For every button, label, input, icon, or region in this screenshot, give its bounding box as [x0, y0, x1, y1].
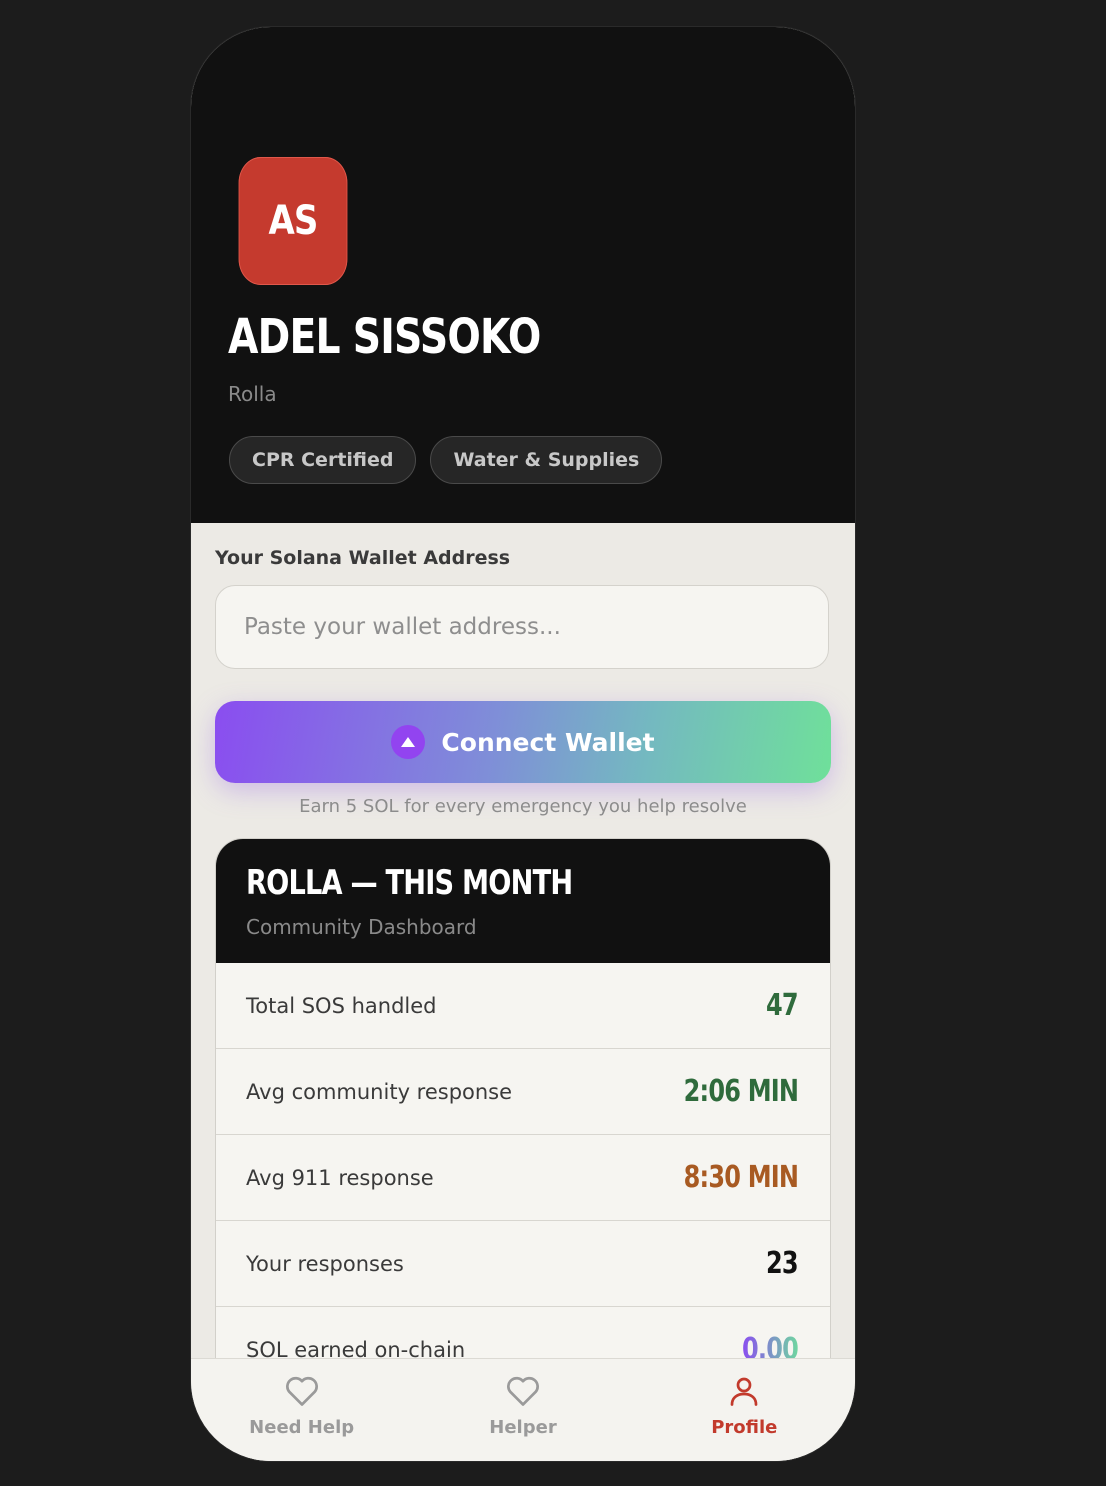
tag-cpr-certified[interactable]: CPR Certified: [229, 436, 417, 484]
avatar-initials: AS: [268, 198, 318, 244]
stat-value: 23: [766, 1246, 799, 1281]
profile-city: Rolla: [228, 382, 277, 406]
dashboard-header: ROLLA — THIS MONTH Community Dashboard: [216, 839, 830, 963]
stat-row-your-responses: Your responses 23: [216, 1221, 830, 1307]
avatar: AS: [238, 157, 348, 285]
skill-tags: CPR Certified Water & Supplies: [229, 436, 663, 484]
connect-wallet-label: Connect Wallet: [441, 727, 655, 757]
stat-label: Avg 911 response: [246, 1165, 434, 1190]
person-icon: [726, 1373, 762, 1413]
nav-helper[interactable]: Helper: [412, 1359, 633, 1461]
heart-icon: [283, 1373, 321, 1413]
stat-value: 2:06 MIN: [683, 1074, 798, 1109]
stat-label: Total SOS handled: [246, 993, 437, 1018]
nav-profile[interactable]: Profile: [634, 1359, 855, 1461]
stat-label: Your responses: [246, 1251, 404, 1276]
tag-water-supplies[interactable]: Water & Supplies: [430, 436, 663, 484]
phone-frame: AS ADEL SISSOKO Rolla CPR Certified Wate…: [191, 27, 855, 1461]
heart-icon: [504, 1373, 542, 1413]
nav-label: Profile: [711, 1417, 778, 1438]
dashboard-title: ROLLA — THIS MONTH: [246, 863, 573, 903]
nav-label: Need Help: [249, 1417, 355, 1438]
solana-icon: [391, 725, 426, 759]
dashboard-subtitle: Community Dashboard: [246, 915, 477, 939]
bottom-nav: Need Help Helper Profile: [191, 1358, 855, 1461]
profile-name: ADEL SISSOKO: [228, 309, 541, 365]
nav-need-help[interactable]: Need Help: [191, 1359, 412, 1461]
stat-value: 8:30 MIN: [683, 1160, 798, 1195]
stat-row-avg-911-response: Avg 911 response 8:30 MIN: [216, 1135, 830, 1221]
stat-label: Avg community response: [246, 1079, 513, 1104]
stat-row-avg-community-response: Avg community response 2:06 MIN: [216, 1049, 830, 1135]
earn-note: Earn 5 SOL for every emergency you help …: [299, 796, 747, 817]
stat-row-total-sos: Total SOS handled 47: [216, 963, 830, 1049]
stat-value: 47: [766, 988, 799, 1023]
profile-header: AS ADEL SISSOKO Rolla CPR Certified Wate…: [191, 27, 855, 523]
wallet-address-label: Your Solana Wallet Address: [215, 547, 511, 569]
nav-label: Helper: [489, 1417, 557, 1438]
connect-wallet-button[interactable]: Connect Wallet: [215, 701, 831, 783]
wallet-address-input[interactable]: [215, 585, 829, 669]
